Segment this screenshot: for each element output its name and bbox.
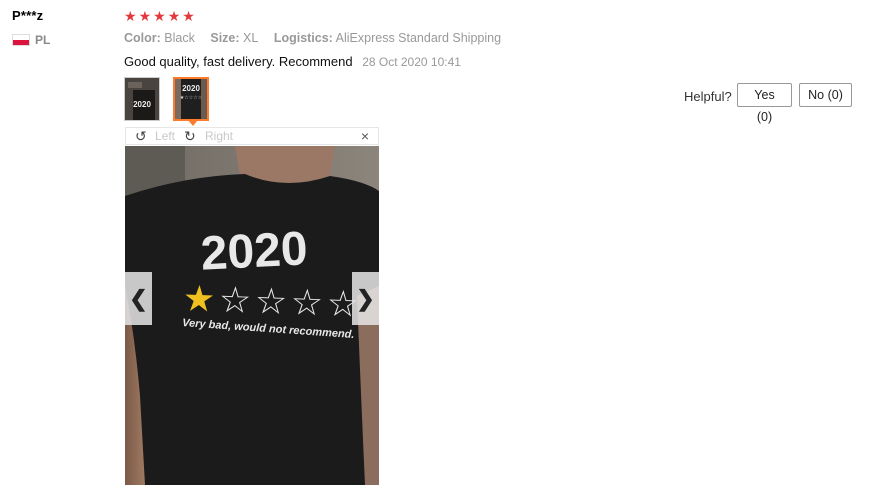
svg-text:☆: ☆ xyxy=(254,280,288,322)
thumbnail-shirt-stars-icon: ★☆☆☆☆ xyxy=(179,95,203,101)
close-viewer-button[interactable]: × xyxy=(361,128,369,145)
next-photo-button[interactable]: ❯ xyxy=(352,272,379,325)
color-label: Color: xyxy=(124,31,161,45)
logistics-label: Logistics: xyxy=(273,31,333,45)
reviewer-name: P***z xyxy=(12,8,44,23)
helpful-no-button[interactable]: No (0) xyxy=(799,83,852,107)
star-icon: ★ xyxy=(153,8,166,24)
star-icon: ★ xyxy=(167,8,181,24)
review-text: Good quality, fast delivery. Recommend xyxy=(124,54,353,69)
review-photo-image: 2020 ★ ☆ ☆ ☆ ☆ Very bad, would not recom… xyxy=(125,146,379,485)
rotate-left-icon[interactable]: ↺ xyxy=(135,129,147,144)
order-info: Color: Black Size: XL Logistics: AliExpr… xyxy=(124,31,513,45)
star-icon: ★ xyxy=(124,8,137,24)
svg-text:★: ★ xyxy=(182,277,216,319)
review-date: 28 Oct 2020 10:41 xyxy=(362,55,461,69)
selected-thumbnail-caret-icon xyxy=(188,120,198,126)
helpful-yes-button[interactable]: Yes (0) xyxy=(737,83,792,124)
thumbnail-shirt-text: 2020 xyxy=(133,100,151,109)
rotate-right-button[interactable]: Right xyxy=(205,128,233,145)
size-value: XL xyxy=(243,31,259,45)
logistics-value: AliExpress Standard Shipping xyxy=(335,31,502,45)
size-label: Size: xyxy=(210,31,240,45)
thumbnail-shirt-text: 2020 xyxy=(182,84,200,93)
svg-text:☆: ☆ xyxy=(218,279,252,321)
rating-stars: ★ ★ ★ ★ ★ xyxy=(124,9,195,23)
review-photo-thumbnail[interactable]: 2020 xyxy=(124,77,160,121)
shirt-stars-icon: ★ ☆ ☆ ☆ ☆ xyxy=(182,277,360,324)
review-photo-thumbnail-selected[interactable]: 2020 ★☆☆☆☆ xyxy=(173,77,209,121)
review-photo: 2020 ★ ☆ ☆ ☆ ☆ Very bad, would not recom… xyxy=(125,146,379,485)
poland-flag-icon xyxy=(12,34,30,46)
previous-photo-button[interactable]: ❮ xyxy=(125,272,152,325)
color-value: Black xyxy=(164,31,195,45)
reviewer-country: PL xyxy=(35,33,51,47)
shirt-year-text: 2020 xyxy=(199,222,308,281)
rotate-left-button[interactable]: Left xyxy=(155,128,175,145)
review-body: Good quality, fast delivery. Recommend 2… xyxy=(124,54,461,69)
star-icon: ★ xyxy=(138,8,152,24)
rotate-right-icon[interactable]: ↻ xyxy=(184,129,196,144)
photo-viewer-toolbar: ↺ Left ↻ Right × xyxy=(125,127,379,145)
svg-text:☆: ☆ xyxy=(290,281,324,323)
helpful-label: Helpful? xyxy=(684,89,732,104)
star-icon: ★ xyxy=(182,8,195,24)
